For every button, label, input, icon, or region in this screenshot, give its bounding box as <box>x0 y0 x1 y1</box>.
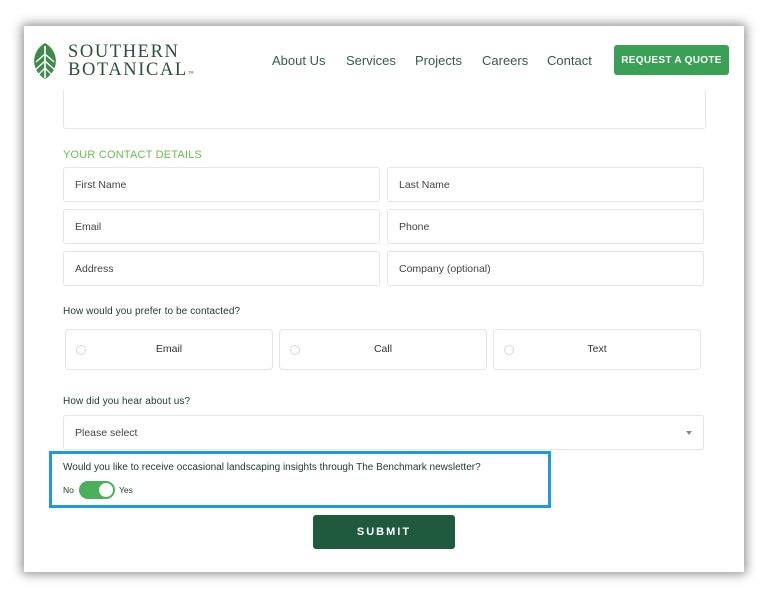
leaf-icon <box>34 43 56 79</box>
site-header: SOUTHERN BOTANICAL™ About Us Services Pr… <box>24 26 744 92</box>
contact-option-label: Email <box>155 343 183 355</box>
last-name-field[interactable]: Last Name <box>387 167 704 202</box>
referral-select[interactable]: Please select <box>63 415 704 450</box>
contact-option-email[interactable]: Email <box>65 329 273 370</box>
toggle-no-label: No <box>63 485 74 495</box>
contact-method-question: How would you prefer to be contacted? <box>63 306 241 317</box>
toggle-yes-label: Yes <box>119 485 133 495</box>
message-textarea[interactable] <box>63 90 706 129</box>
brand-line-2: BOTANICAL™ <box>68 61 194 83</box>
contact-option-call[interactable]: Call <box>279 329 487 370</box>
nav-projects[interactable]: Projects <box>415 53 462 68</box>
brand-line-2-text: BOTANICAL <box>68 60 188 80</box>
nav-about-us[interactable]: About Us <box>272 53 325 68</box>
referral-question: How did you hear about us? <box>63 396 191 407</box>
referral-select-value: Please select <box>75 427 138 439</box>
nav-careers[interactable]: Careers <box>482 53 528 68</box>
email-field[interactable]: Email <box>63 209 380 244</box>
company-field[interactable]: Company (optional) <box>387 251 704 286</box>
contact-option-label: Text <box>587 343 607 355</box>
chevron-down-icon <box>686 431 692 435</box>
address-field[interactable]: Address <box>63 251 380 286</box>
contact-option-label: Call <box>373 343 393 355</box>
first-name-field[interactable]: First Name <box>63 167 380 202</box>
toggle-knob <box>99 483 113 497</box>
newsletter-question: Would you like to receive occasional lan… <box>63 462 481 473</box>
contact-details-heading: YOUR CONTACT DETAILS <box>63 149 203 161</box>
submit-button[interactable]: SUBMIT <box>313 515 455 549</box>
newsletter-highlight-box <box>49 451 551 508</box>
trademark-symbol: ™ <box>187 71 194 77</box>
brand-line-1: SOUTHERN <box>68 42 180 62</box>
brand-logo[interactable]: SOUTHERN BOTANICAL™ <box>28 42 194 82</box>
nav-services[interactable]: Services <box>346 53 396 68</box>
newsletter-toggle[interactable] <box>79 481 115 499</box>
contact-option-text[interactable]: Text <box>493 329 701 370</box>
request-quote-button[interactable]: REQUEST A QUOTE <box>614 45 729 75</box>
brand-name: SOUTHERN BOTANICAL™ <box>68 43 194 83</box>
browser-frame: SOUTHERN BOTANICAL™ About Us Services Pr… <box>24 26 744 572</box>
phone-field[interactable]: Phone <box>387 209 704 244</box>
nav-contact[interactable]: Contact <box>547 53 592 68</box>
